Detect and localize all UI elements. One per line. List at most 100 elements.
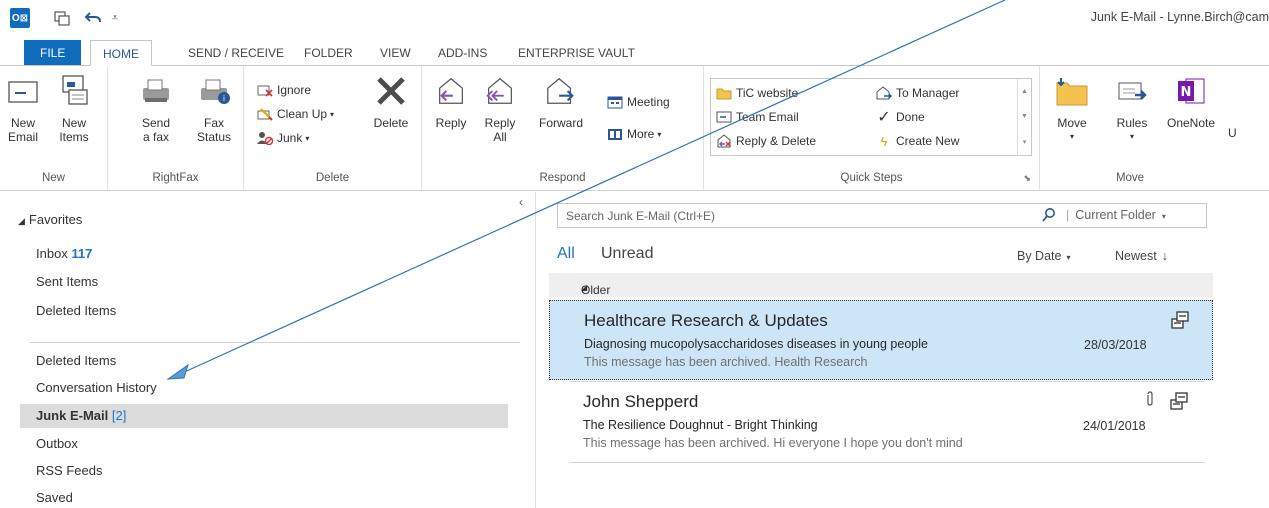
- new-items-button[interactable]: New Items: [46, 74, 102, 144]
- fax-status-button[interactable]: i Fax Status: [190, 74, 238, 144]
- nav-item-deleted-items[interactable]: Deleted Items: [36, 353, 116, 368]
- forward-button[interactable]: Forward: [534, 74, 588, 130]
- move-button[interactable]: Move ▾: [1052, 74, 1092, 144]
- search-scope-dropdown[interactable]: | Current Folder ▾: [1066, 208, 1166, 222]
- sort-by-date-label: By Date: [1017, 249, 1062, 263]
- tab-enterprise-vault[interactable]: ENTERPRISE VAULT: [506, 40, 647, 66]
- message-divider: [569, 462, 1205, 463]
- tab-view[interactable]: VIEW: [368, 40, 423, 66]
- quick-step-label: To Manager: [896, 86, 960, 100]
- quick-step-done[interactable]: ✓ Done: [875, 109, 925, 126]
- expand-gallery-icon[interactable]: ▾: [1023, 138, 1027, 146]
- group-header-older[interactable]: ◢ Older: [549, 273, 1213, 297]
- archived-icon: [1171, 311, 1189, 329]
- quick-step-team-email[interactable]: Team Email: [715, 109, 799, 125]
- nav-item-deleted-items-favorite[interactable]: Deleted Items: [36, 303, 116, 318]
- message-sender: John Shepperd: [583, 392, 699, 411]
- send-fax-button[interactable]: Send a fax: [134, 74, 178, 144]
- meeting-button[interactable]: Meeting: [606, 94, 670, 110]
- dialog-launcher-icon[interactable]: ⬊: [1023, 173, 1031, 184]
- ribbon-tabs: FILE HOME SEND / RECEIVE FOLDER VIEW ADD…: [0, 40, 1269, 66]
- sort-order-newest[interactable]: Newest ↓: [1115, 249, 1168, 263]
- quick-step-reply-delete[interactable]: Reply & Delete: [715, 133, 816, 149]
- reply-label: Reply: [435, 116, 467, 130]
- delete-label: Delete: [373, 116, 409, 130]
- group-header-text: Older: [581, 283, 611, 297]
- group-label-quick-steps: Quick Steps: [840, 172, 903, 184]
- search-icon[interactable]: [1041, 207, 1057, 223]
- tab-home[interactable]: HOME: [90, 40, 152, 66]
- new-email-label: New Email: [7, 116, 38, 144]
- quick-steps-scrollbar[interactable]: ▲ ▼ ▾: [1017, 79, 1031, 155]
- nav-item-conversation-history[interactable]: Conversation History: [36, 380, 157, 395]
- quick-step-tic-website[interactable]: TiC website: [715, 85, 798, 101]
- nav-item-inbox[interactable]: Inbox 117: [36, 246, 92, 261]
- filter-all[interactable]: All: [557, 245, 575, 263]
- tab-folder[interactable]: FOLDER: [292, 40, 365, 66]
- nav-item-junk-email[interactable]: Junk E-Mail [2]: [36, 408, 126, 423]
- more-label: More: [627, 127, 655, 141]
- quick-steps-gallery: TiC website Team Email Reply & Delete To…: [710, 78, 1032, 156]
- favorites-header[interactable]: ◢ Favorites: [18, 212, 82, 227]
- quick-step-label: Team Email: [736, 110, 799, 124]
- new-email-button[interactable]: New Email: [2, 74, 44, 144]
- message-item[interactable]: Healthcare Research & Updates Diagnosing…: [549, 300, 1213, 380]
- quick-step-to-manager[interactable]: To Manager: [875, 85, 959, 101]
- ignore-label: Ignore: [277, 83, 312, 97]
- more-respond-button[interactable]: More ▾: [606, 126, 661, 142]
- customize-toolbar-icon[interactable]: ⩡: [108, 8, 122, 28]
- rules-label: Rules: [1116, 116, 1148, 130]
- ribbon-group-rightfax: Send a fax i Fax Status RightFax: [108, 66, 244, 190]
- chevron-down-icon: ▾: [1161, 212, 1166, 221]
- quick-step-create-new[interactable]: ϟ Create New: [875, 133, 960, 149]
- collapse-pane-icon[interactable]: ‹: [519, 195, 523, 209]
- clean-up-button[interactable]: Clean Up ▾: [256, 106, 334, 122]
- nav-item-rss-feeds[interactable]: RSS Feeds: [36, 463, 102, 478]
- nav-divider: [30, 342, 520, 343]
- message-sender: Healthcare Research & Updates: [584, 311, 828, 330]
- inbox-unread-count: 117: [71, 246, 93, 261]
- reply-button[interactable]: Reply: [428, 74, 474, 130]
- meeting-label: Meeting: [627, 95, 670, 109]
- filter-unread[interactable]: Unread: [601, 245, 653, 263]
- forward-mail-icon: [875, 85, 893, 101]
- rules-icon: [1115, 74, 1149, 108]
- next-ribbon-button-fragment[interactable]: U: [1228, 126, 1237, 140]
- inbox-label: Inbox: [36, 246, 68, 261]
- quick-step-label: Reply & Delete: [736, 134, 817, 148]
- reply-all-button[interactable]: Reply All: [478, 74, 522, 144]
- rules-button[interactable]: Rules ▾: [1110, 74, 1154, 144]
- onenote-button[interactable]: N OneNote: [1162, 74, 1220, 130]
- message-preview: This message has been archived. Hi every…: [583, 436, 963, 450]
- delete-button[interactable]: Delete: [366, 74, 416, 130]
- outlook-app-icon[interactable]: O⊠: [10, 8, 30, 28]
- nav-item-outbox[interactable]: Outbox: [36, 436, 78, 451]
- scroll-up-icon[interactable]: ▲: [1021, 88, 1028, 95]
- scroll-down-icon[interactable]: ▼: [1021, 113, 1028, 120]
- lightning-icon: ϟ: [880, 133, 888, 149]
- tab-file[interactable]: FILE: [24, 40, 82, 66]
- tab-send-receive[interactable]: SEND / RECEIVE: [176, 40, 296, 66]
- forward-icon: [544, 74, 578, 108]
- search-box[interactable]: Search Junk E-Mail (Ctrl+E) | Current Fol…: [557, 203, 1207, 228]
- junk-button[interactable]: Junk ▾: [256, 130, 309, 146]
- tab-add-ins[interactable]: ADD-INS: [426, 40, 499, 66]
- folder-icon: [715, 85, 733, 101]
- ignore-button[interactable]: Ignore: [256, 82, 311, 98]
- junk-icon: [256, 130, 274, 146]
- message-item[interactable]: John Shepperd The Resilience Doughnut - …: [549, 382, 1213, 462]
- folder-pane: ‹ ◢ Favorites Inbox 117 Sent Items Delete…: [0, 192, 536, 508]
- reply-icon: [434, 74, 468, 108]
- search-input[interactable]: Search Junk E-Mail (Ctrl+E): [566, 209, 715, 223]
- quick-step-label: TiC website: [736, 86, 799, 100]
- message-filters: All Unread By Date ▾ Newest ↓: [557, 245, 1207, 267]
- nav-item-saved[interactable]: Saved: [36, 490, 73, 505]
- nav-item-sent-items[interactable]: Sent Items: [36, 274, 98, 289]
- chevron-down-icon: ▾: [305, 133, 310, 143]
- chevron-down-icon: ▾: [330, 109, 335, 119]
- quick-step-label: Done: [896, 110, 925, 124]
- collapse-triangle-icon[interactable]: ◢: [18, 216, 25, 226]
- undo-icon[interactable]: [82, 8, 104, 28]
- send-receive-all-icon[interactable]: [52, 8, 72, 28]
- sort-by-date[interactable]: By Date ▾: [1017, 249, 1070, 263]
